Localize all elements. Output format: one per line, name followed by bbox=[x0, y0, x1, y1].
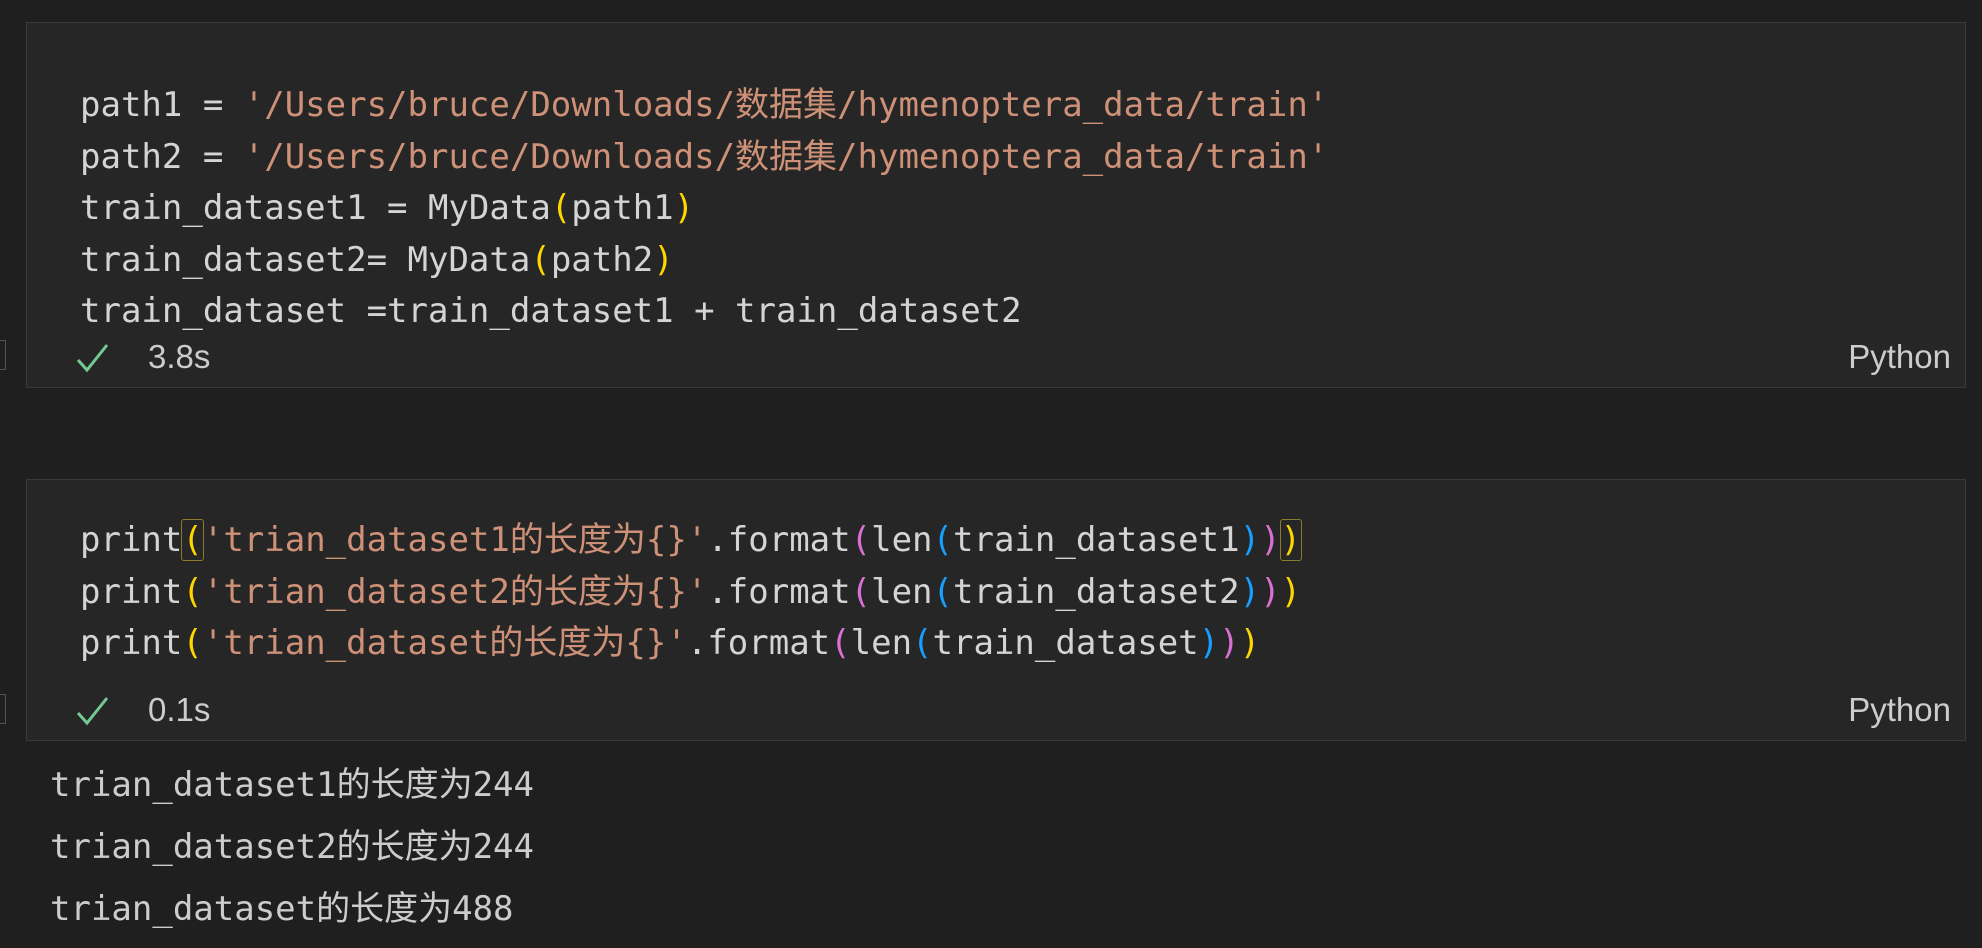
language-selector[interactable]: Python bbox=[1848, 691, 1951, 729]
execution-time: 0.1s bbox=[148, 691, 211, 728]
cell-status-bar: 3.8s Python bbox=[27, 334, 1965, 384]
language-selector[interactable]: Python bbox=[1848, 338, 1951, 376]
notebook-editor: { "cells": [ { "code_lines": [ ["path1 =… bbox=[0, 0, 1982, 932]
code-line: print('trian_dataset2的长度为{}'.format(len(… bbox=[80, 571, 1302, 612]
code-line: train_dataset2= MyData(path2) bbox=[80, 239, 674, 280]
check-icon bbox=[76, 344, 109, 373]
code-editor[interactable]: print('trian_dataset1的长度为{}'.format(len(… bbox=[80, 515, 1303, 670]
code-line: print('trian_dataset的长度为{}'.format(len(t… bbox=[80, 623, 1261, 664]
cell-output: trian_dataset1的长度为244 trian_dataset2的长度为… bbox=[50, 762, 534, 948]
code-cell-1[interactable]: path1 = '/Users/bruce/Downloads/数据集/hyme… bbox=[26, 22, 1966, 388]
cell-gutter-marker[interactable] bbox=[0, 694, 6, 724]
code-line: path2 = '/Users/bruce/Downloads/数据集/hyme… bbox=[80, 136, 1329, 177]
code-line: path1 = '/Users/bruce/Downloads/数据集/hyme… bbox=[80, 85, 1329, 125]
code-cell-2[interactable]: print('trian_dataset1的长度为{}'.format(len(… bbox=[26, 479, 1966, 741]
code-line: print('trian_dataset1的长度为{}'.format(len(… bbox=[80, 519, 1303, 561]
code-line: train_dataset =train_dataset1 + train_da… bbox=[80, 291, 1022, 332]
code-editor[interactable]: path1 = '/Users/bruce/Downloads/数据集/hyme… bbox=[80, 80, 1328, 338]
output-line: trian_dataset2的长度为244 bbox=[50, 827, 534, 867]
cell-gutter-marker[interactable] bbox=[0, 340, 6, 370]
check-icon bbox=[76, 697, 109, 726]
code-line: train_dataset1 = MyData(path1) bbox=[80, 188, 695, 229]
output-line: trian_dataset1的长度为244 bbox=[50, 765, 534, 805]
output-line: trian_dataset的长度为488 bbox=[50, 889, 514, 929]
cell-status-bar: 0.1s Python bbox=[27, 687, 1965, 737]
execution-time: 3.8s bbox=[148, 338, 211, 375]
